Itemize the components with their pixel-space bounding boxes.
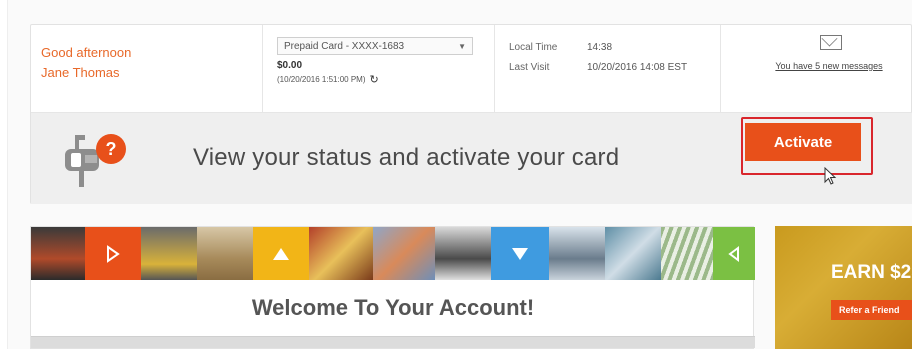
mosaic-tile-market <box>309 227 373 280</box>
account-panel: Good afternoon Jane Thomas Prepaid Card … <box>30 24 912 204</box>
welcome-title: Welcome To Your Account! <box>251 294 535 320</box>
mosaic-tile-person <box>435 227 491 280</box>
balance-timestamp-row: (10/20/2016 1:51:00 PM) ↻ <box>277 73 494 86</box>
card-select-value: Prepaid Card - XXXX-1683 <box>284 40 405 52</box>
chevron-down-icon: ▼ <box>458 41 466 51</box>
local-time-row: Local Time 14:38 <box>509 42 720 53</box>
left-gutter <box>0 0 8 349</box>
account-info-row: Good afternoon Jane Thomas Prepaid Card … <box>31 25 912 113</box>
welcome-card: Welcome To Your Account! <box>30 226 755 349</box>
card-balance: $0.00 <box>277 60 303 71</box>
welcome-card-footer <box>31 336 755 348</box>
svg-text:?: ? <box>106 139 117 159</box>
refresh-icon[interactable]: ↻ <box>370 73 379 86</box>
activation-banner: ? View your status and activate your car… <box>31 113 912 204</box>
greeting-text: Good afternoon <box>41 45 132 60</box>
envelope-icon[interactable] <box>820 35 842 50</box>
mosaic-tile-people <box>549 227 605 280</box>
photo-mosaic-banner <box>31 227 755 280</box>
messages-block: You have 5 new messages <box>721 25 912 112</box>
page: Good afternoon Jane Thomas Prepaid Card … <box>0 0 912 349</box>
messages-link[interactable]: You have 5 new messages <box>745 61 912 71</box>
mosaic-tile-pyramids <box>197 227 253 280</box>
greeting-block: Good afternoon Jane Thomas <box>31 25 263 112</box>
mosaic-tile-city <box>31 227 85 280</box>
triangle-up-icon <box>253 227 309 280</box>
mosaic-tile-building <box>605 227 661 280</box>
play-right-icon <box>85 227 141 280</box>
last-visit-value: 10/20/2016 14:08 EST <box>587 62 688 73</box>
mouse-cursor-icon <box>824 167 837 185</box>
promo-earn-text: EARN $25 <box>831 262 912 283</box>
activation-message: View your status and activate your card <box>193 144 620 171</box>
mosaic-tile-taxi <box>141 227 197 280</box>
card-select[interactable]: Prepaid Card - XXXX-1683 ▼ <box>277 37 473 55</box>
local-time-value: 14:38 <box>587 42 613 53</box>
last-visit-label: Last Visit <box>509 62 550 73</box>
balance-timestamp: (10/20/2016 1:51:00 PM) <box>277 75 366 84</box>
play-left-icon <box>713 227 755 280</box>
referral-promo[interactable]: EARN $25 Refer a Friend <box>775 226 912 349</box>
mosaic-tile-cards <box>373 227 435 280</box>
mosaic-tile-stripes <box>661 227 713 280</box>
local-time-label: Local Time <box>509 42 558 53</box>
time-block: Local Time 14:38 Last Visit 10/20/2016 1… <box>495 25 721 112</box>
user-name: Jane Thomas <box>41 65 120 80</box>
refer-friend-button[interactable]: Refer a Friend <box>831 300 912 320</box>
activate-button[interactable]: Activate <box>745 123 861 161</box>
mailbox-icon: ? <box>65 134 126 187</box>
card-selector-block: Prepaid Card - XXXX-1683 ▼ $0.00 (10/20/… <box>263 25 495 112</box>
last-visit-row: Last Visit 10/20/2016 14:08 EST <box>509 62 720 73</box>
triangle-down-icon <box>491 227 549 280</box>
